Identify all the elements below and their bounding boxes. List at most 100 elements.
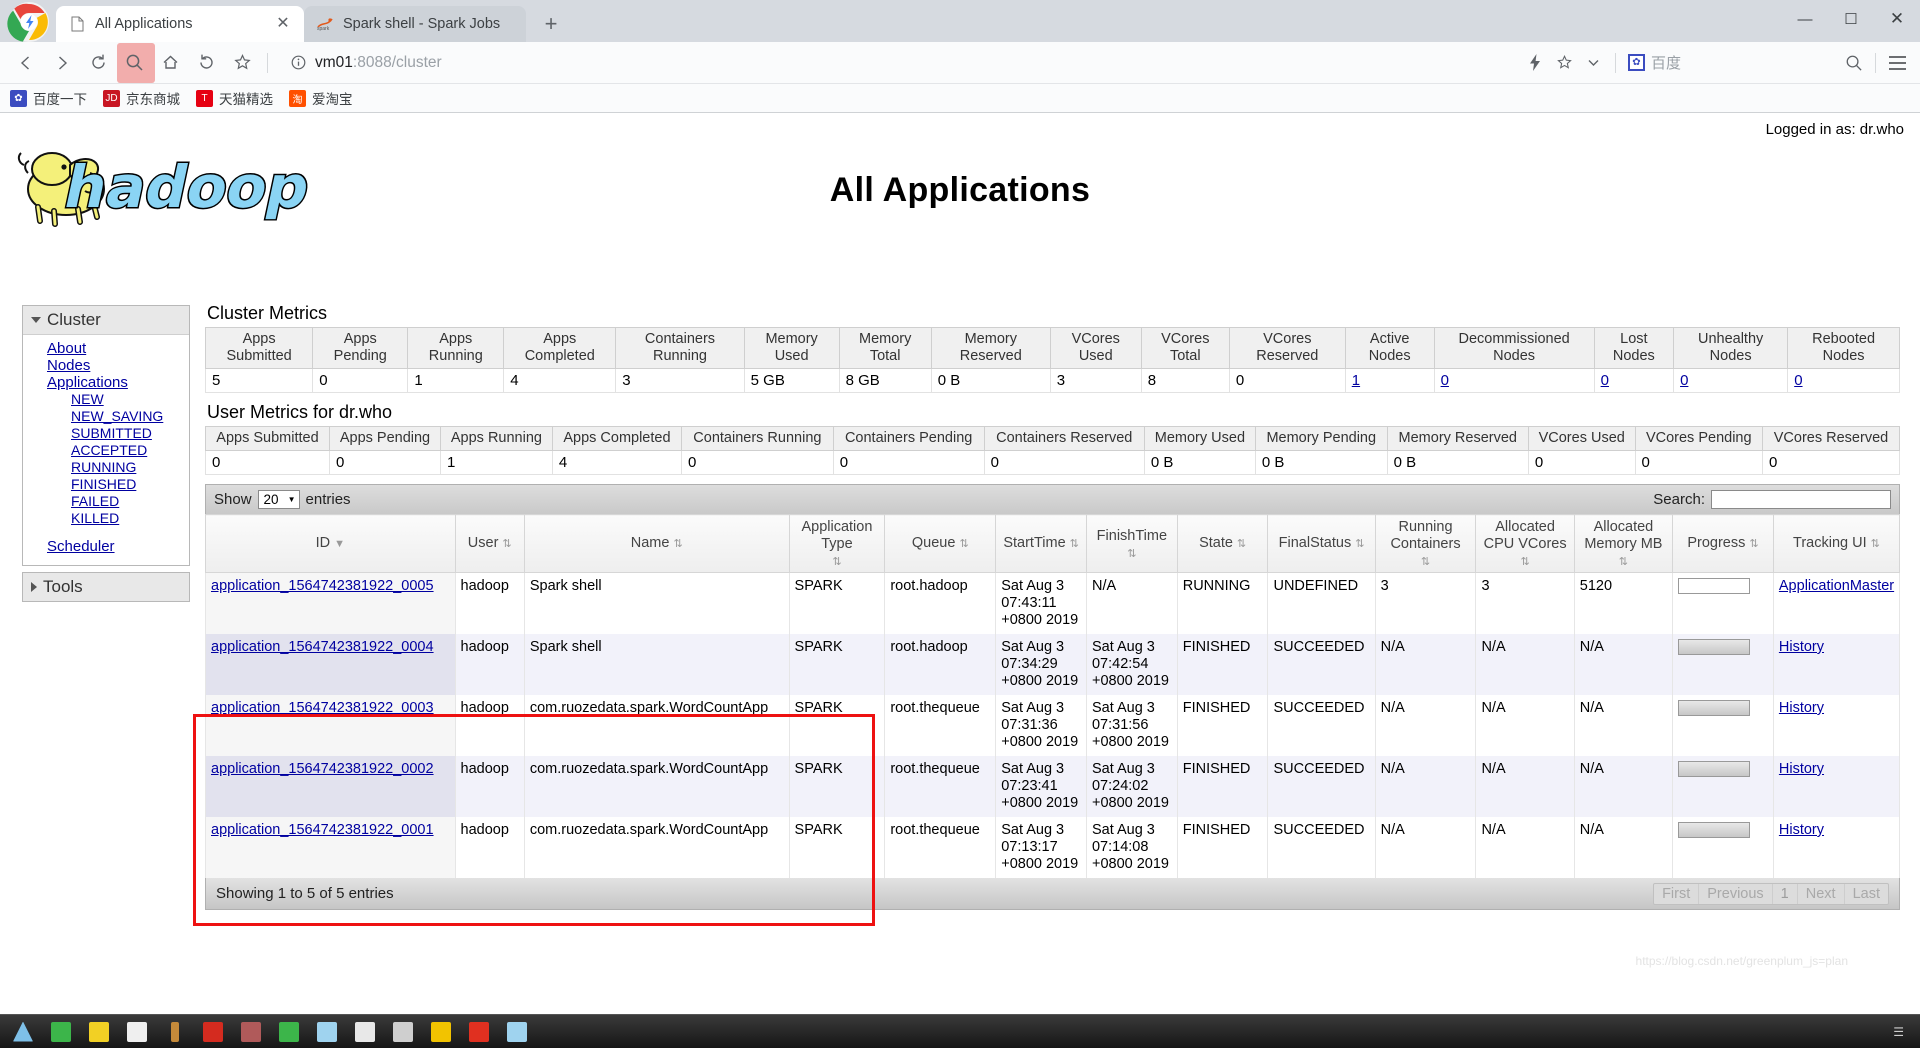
toolbar-search-icon[interactable] <box>1841 48 1867 78</box>
sidebar-item-new[interactable]: NEW <box>23 391 189 408</box>
sort-icon[interactable]: ⇅ <box>959 539 968 550</box>
sort-icon[interactable]: ⇅ <box>1127 548 1136 560</box>
sidebar-item-submitted[interactable]: SUBMITTED <box>23 425 189 442</box>
baidu-search-chip[interactable]: ✿ 百度 <box>1624 52 1685 73</box>
taskbar-icon[interactable] <box>424 1018 458 1046</box>
pager-next[interactable]: Next <box>1798 883 1845 904</box>
close-icon[interactable]: ✕ <box>274 16 292 32</box>
taskbar-tray[interactable]: ☰ <box>1893 1025 1914 1039</box>
tools-panel-header[interactable]: Tools <box>23 573 189 601</box>
column-header[interactable]: State ⇅ <box>1176 514 1269 573</box>
sidebar-item-applications[interactable]: Applications <box>23 374 189 391</box>
chevron-down-icon[interactable] <box>1581 48 1607 78</box>
address-bar[interactable]: vm01:8088/cluster <box>285 48 1511 78</box>
home-icon[interactable] <box>154 47 186 79</box>
column-header[interactable]: Queue ⇅ <box>884 514 997 573</box>
taskbar-icon[interactable] <box>234 1018 268 1046</box>
sidebar-item-about[interactable]: About <box>23 340 189 357</box>
sort-icon[interactable]: ⇅ <box>1871 539 1880 550</box>
sort-icon[interactable]: ⇅ <box>673 539 682 550</box>
table-row[interactable]: application_1564742381922_0005 hadoop Spar… <box>205 572 1901 634</box>
column-header[interactable]: FinishTime ⇅ <box>1085 514 1178 573</box>
taskbar-icon[interactable] <box>310 1018 344 1046</box>
taskbar-icon[interactable] <box>386 1018 420 1046</box>
table-row[interactable]: application_1564742381922_0002 hadoop com.… <box>205 756 1901 817</box>
bookmark-jd[interactable]: JD 京东商城 <box>103 88 180 108</box>
sort-icon[interactable]: ⇅ <box>1355 539 1364 550</box>
taskbar-icon[interactable] <box>158 1018 192 1046</box>
column-header[interactable]: Allocated CPU VCores ⇅ <box>1475 514 1575 573</box>
app-id-link[interactable]: application_1564742381922_0003 <box>211 700 434 716</box>
taskbar-icon[interactable] <box>462 1018 496 1046</box>
page-size-select[interactable]: 20 ▼ <box>257 490 300 509</box>
tab-all-applications[interactable]: All Applications ✕ <box>56 6 304 42</box>
app-id-link[interactable]: application_1564742381922_0002 <box>211 761 434 777</box>
column-header[interactable]: Running Containers ⇅ <box>1374 514 1477 573</box>
sort-icon[interactable]: ⇅ <box>502 539 511 550</box>
sort-icon[interactable]: ⇅ <box>1520 557 1529 568</box>
sort-desc-icon[interactable]: ▼ <box>334 539 345 550</box>
bookmark-baidu[interactable]: ✿ 百度一下 <box>10 88 87 108</box>
sort-icon[interactable]: ⇅ <box>832 557 841 568</box>
sidebar-item-failed[interactable]: FAILED <box>23 493 189 510</box>
column-header[interactable]: Allocated Memory MB ⇅ <box>1573 514 1674 573</box>
taskbar-icon[interactable] <box>348 1018 382 1046</box>
tracking-ui-link[interactable]: History <box>1779 700 1824 716</box>
tracking-ui-link[interactable]: History <box>1779 822 1824 838</box>
cluster-metric-link[interactable]: 0 <box>1441 372 1449 389</box>
app-id-link[interactable]: application_1564742381922_0001 <box>211 822 434 838</box>
back-icon[interactable] <box>10 47 42 79</box>
taskbar-icon[interactable] <box>6 1018 40 1046</box>
column-header[interactable]: StartTime ⇅ <box>995 514 1087 573</box>
forward-icon[interactable] <box>46 47 78 79</box>
page-info-icon[interactable] <box>289 54 307 72</box>
search-input[interactable] <box>1711 490 1891 509</box>
column-header[interactable]: ID ▼ <box>205 514 456 573</box>
minimize-button[interactable]: — <box>1782 0 1828 38</box>
pager-first[interactable]: First <box>1654 883 1700 904</box>
table-row[interactable]: application_1564742381922_0004 hadoop Spar… <box>205 634 1901 695</box>
sidebar-item-killed[interactable]: KILLED <box>23 510 189 527</box>
sidebar-item-finished[interactable]: FINISHED <box>23 476 189 493</box>
sidebar-item-accepted[interactable]: ACCEPTED <box>23 442 189 459</box>
tracking-ui-link[interactable]: History <box>1779 639 1824 655</box>
tracking-ui-link[interactable]: History <box>1779 761 1824 777</box>
sort-icon[interactable]: ⇅ <box>1619 557 1628 568</box>
app-id-link[interactable]: application_1564742381922_0004 <box>211 639 434 655</box>
tab-spark-shell[interactable]: spark Spark shell - Spark Jobs <box>304 6 526 42</box>
table-row[interactable]: application_1564742381922_0001 hadoop com.… <box>205 817 1901 878</box>
cluster-metric-link[interactable]: 1 <box>1352 372 1360 389</box>
pager-1[interactable]: 1 <box>1773 883 1798 904</box>
bookmark-tmall[interactable]: T 天猫精选 <box>196 88 273 108</box>
pager-last[interactable]: Last <box>1845 884 1888 904</box>
column-header[interactable]: User ⇅ <box>454 514 525 573</box>
sidebar-item-nodes[interactable]: Nodes <box>23 357 189 374</box>
table-row[interactable]: application_1564742381922_0003 hadoop com.… <box>205 695 1901 756</box>
column-header[interactable]: Name ⇅ <box>523 514 790 573</box>
undo-icon[interactable] <box>190 47 222 79</box>
tracking-ui-link[interactable]: ApplicationMaster <box>1779 578 1894 594</box>
window-close-button[interactable]: ✕ <box>1874 0 1920 38</box>
column-header[interactable]: Application Type ⇅ <box>788 514 886 573</box>
star-icon[interactable] <box>1552 48 1578 78</box>
app-id-link[interactable]: application_1564742381922_0005 <box>211 578 434 594</box>
sidebar-item-scheduler[interactable]: Scheduler <box>23 538 189 555</box>
column-header[interactable]: Progress ⇅ <box>1672 514 1774 573</box>
bookmark-taobao[interactable]: 淘 爱淘宝 <box>289 88 353 108</box>
sidebar-item-new-saving[interactable]: NEW_SAVING <box>23 408 189 425</box>
new-tab-button[interactable]: + <box>534 9 568 39</box>
sort-icon[interactable]: ⇅ <box>1421 557 1430 568</box>
sort-icon[interactable]: ⇅ <box>1070 539 1079 550</box>
cluster-metric-link[interactable]: 0 <box>1601 372 1609 389</box>
taskbar-icon[interactable] <box>500 1018 534 1046</box>
maximize-button[interactable]: ☐ <box>1828 0 1874 38</box>
column-header[interactable]: FinalStatus ⇅ <box>1267 514 1376 573</box>
tools-panel[interactable]: Tools <box>22 572 190 602</box>
cluster-panel-header[interactable]: Cluster <box>23 306 189 335</box>
sort-icon[interactable]: ⇅ <box>1749 539 1758 550</box>
bookmark-star-icon[interactable] <box>226 47 258 79</box>
taskbar-icon[interactable] <box>82 1018 116 1046</box>
cluster-metric-link[interactable]: 0 <box>1794 372 1802 389</box>
taskbar-icon[interactable] <box>272 1018 306 1046</box>
reload-icon[interactable] <box>82 47 114 79</box>
